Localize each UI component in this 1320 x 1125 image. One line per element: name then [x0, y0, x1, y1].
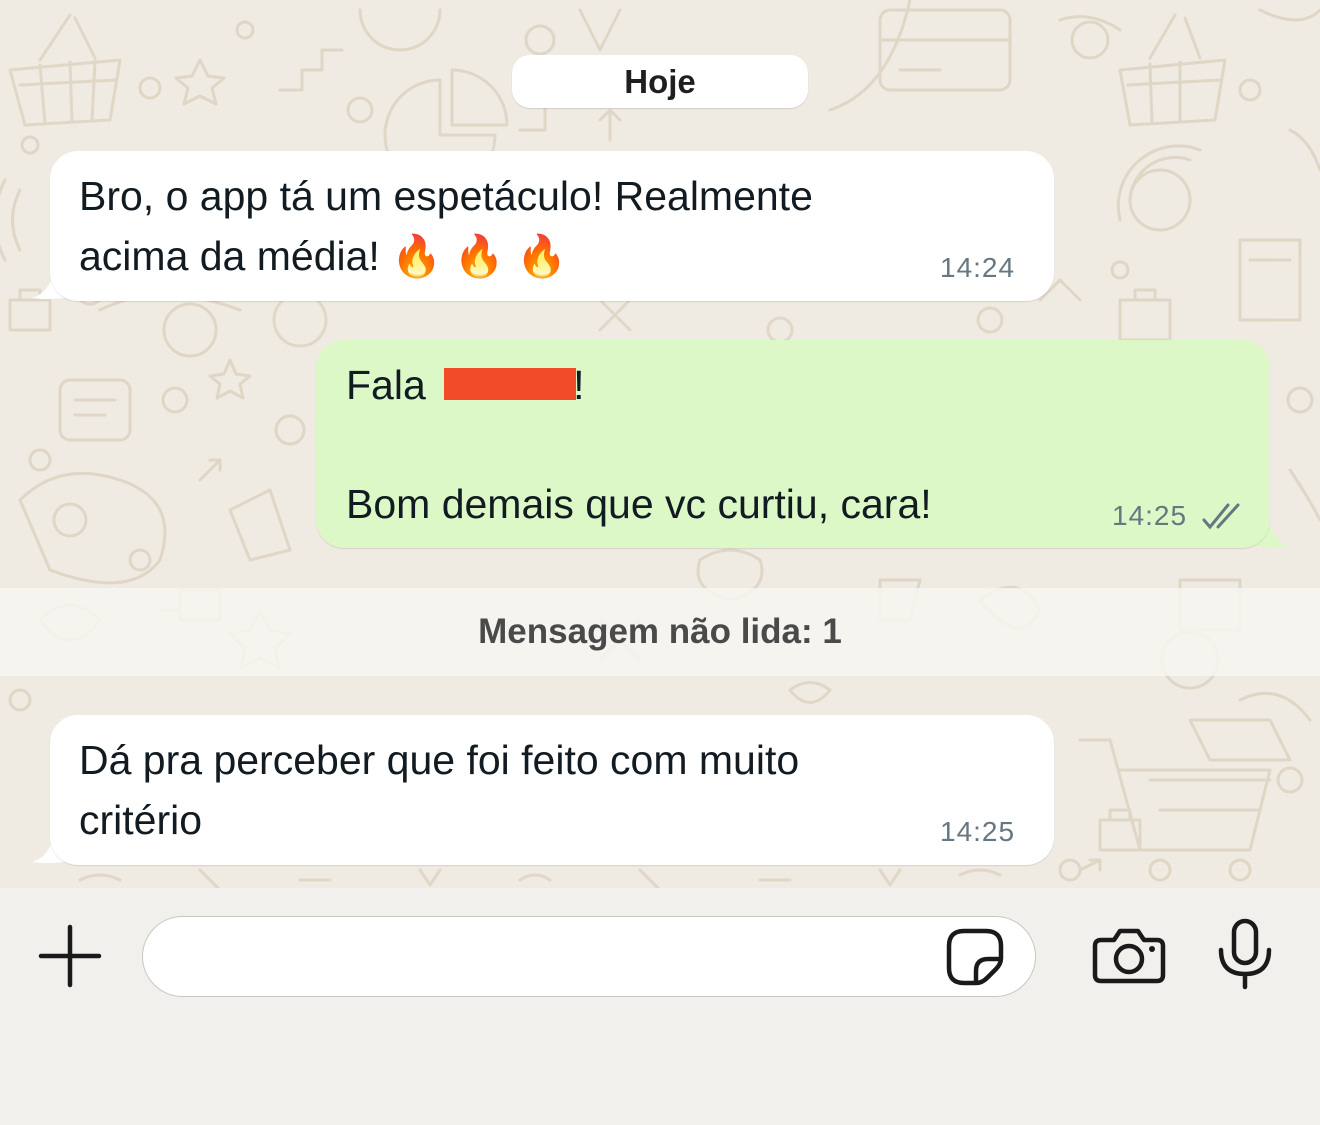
camera-icon[interactable] [1092, 926, 1166, 984]
date-label: Hoje [624, 62, 696, 100]
message-bubble-outgoing[interactable]: Fala ! Bom demais que vc curtiu, cara! 1… [316, 340, 1270, 548]
message-text-line: acima da média! 🔥 🔥 🔥 [79, 233, 568, 279]
message-text-prefix: Fala [346, 362, 438, 408]
microphone-icon[interactable] [1216, 918, 1274, 990]
plus-icon[interactable] [38, 924, 102, 988]
message-input[interactable] [142, 916, 1036, 997]
message-text-line: Dá pra perceber que foi feito com muito [79, 737, 800, 783]
unread-separator: Mensagem não lida: 1 [0, 588, 1320, 676]
message-timestamp: 14:25 [1112, 500, 1188, 531]
redaction-block [444, 368, 576, 400]
message-timestamp: 14:25 [940, 816, 1016, 847]
message-bubble-incoming[interactable]: Bro, o app tá um espetáculo! Realmente a… [50, 151, 1054, 301]
message-text-line: Bro, o app tá um espetáculo! Realmente [79, 173, 813, 219]
sticker-icon[interactable] [946, 928, 1004, 986]
message-text-line: Bom demais que vc curtiu, cara! [346, 481, 932, 527]
message-timestamp: 14:24 [940, 252, 1016, 283]
date-separator: Hoje [512, 55, 808, 108]
message-bubble-incoming[interactable]: Dá pra perceber que foi feito com muito … [50, 715, 1054, 865]
unread-label: Mensagem não lida: 1 [478, 612, 842, 651]
message-text-line: critério [79, 797, 203, 843]
double-check-icon [1202, 503, 1240, 530]
